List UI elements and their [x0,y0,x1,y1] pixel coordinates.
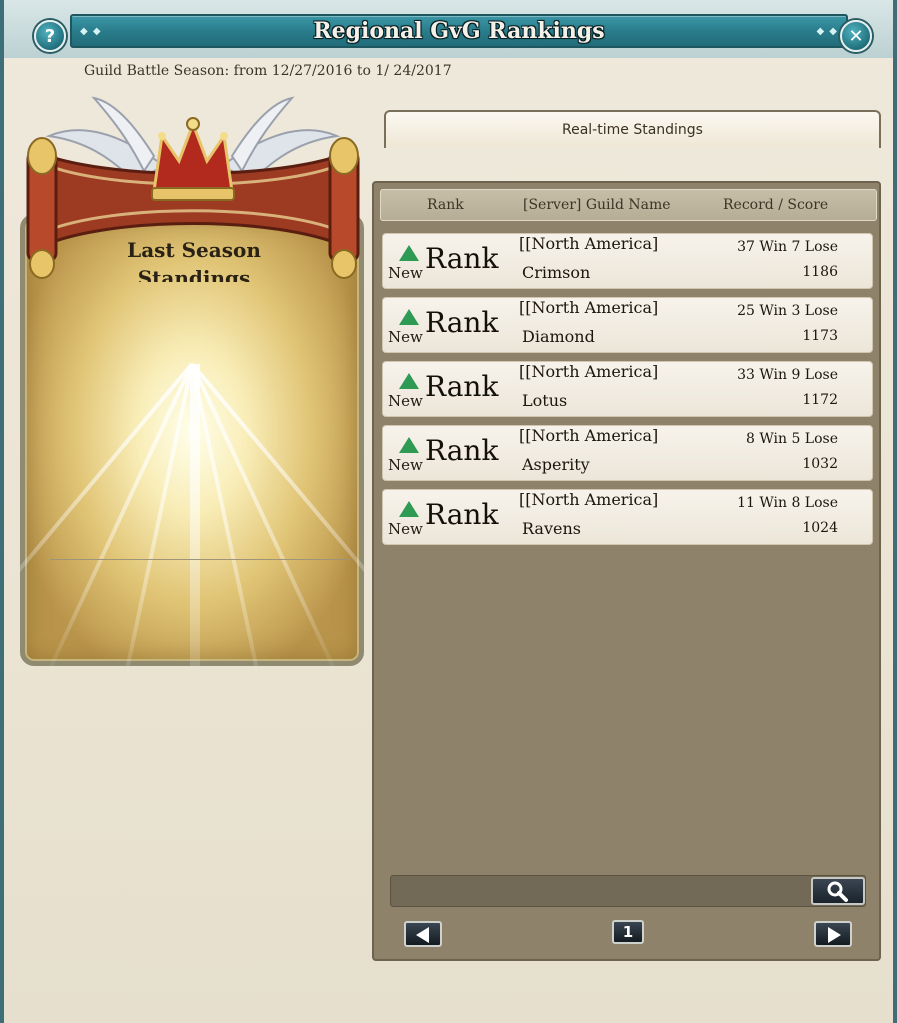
up-triangle-icon [399,501,419,517]
score-value: 1172 [802,392,838,408]
search-input[interactable] [395,879,805,903]
rank-label: Rank 2 [425,306,499,349]
last-season-card: Last Season Standings [14,96,372,666]
new-label: New [388,456,423,474]
close-icon: ✕ [848,25,864,47]
up-triangle-icon [399,245,419,261]
title-ornament-right: ◆ ◆ [816,26,838,37]
server-name: [[North America] Klaipeda] [519,234,659,256]
new-label: New [388,328,423,346]
score-value: 1173 [802,328,838,344]
score-value: 1032 [802,456,838,472]
question-icon: ? [44,25,56,47]
rankings-window: ◆ ◆ Regional GvG Rankings ◆ ◆ ? ✕ Guild … [0,0,897,1023]
guild-name: Ravens [522,519,581,538]
server-name: [[North America] Klaipeda] [519,298,659,320]
score-value: 1024 [802,520,838,536]
rank-label: Rank 1 [425,242,499,285]
rank-label: Rank 5 [425,498,499,541]
table-row[interactable]: New Rank 5 [[North America] Klaipeda] Ra… [382,489,873,545]
help-button[interactable]: ? [34,20,66,52]
up-triangle-icon [399,373,419,389]
win-lose-record: 25 Win 3 Lose [737,303,838,319]
guild-name: Lotus [522,391,568,410]
server-name: [[North America] Klaipeda] [519,490,659,512]
window-title: Regional GvG Rankings [313,18,605,44]
table-row[interactable]: New Rank 2 [[North America] Klaipeda] Di… [382,297,873,353]
new-label: New [388,392,423,410]
new-label: New [388,264,423,282]
table-row[interactable]: New Rank 4 [[North America] Klaipeda] As… [382,425,873,481]
current-page-indicator[interactable]: 1 [612,920,644,944]
guild-name: Crimson [522,263,591,282]
rank-label: Rank 4 [425,434,499,477]
up-triangle-icon [399,309,419,325]
season-dates: Guild Battle Season: from 12/27/2016 to … [84,63,452,79]
new-label: New [388,520,423,538]
win-lose-record: 33 Win 9 Lose [737,367,838,383]
server-name: [[North America] Klaipeda] [519,426,659,448]
arrow-right-icon [828,927,841,943]
search-bar [390,875,866,907]
card-divider [50,559,350,560]
table-row[interactable]: New Rank 1 [[North America] Klaipeda] Cr… [382,233,873,289]
header-rank: Rank [427,197,464,213]
win-lose-record: 8 Win 5 Lose [746,431,838,447]
header-record-score: Record / Score [723,197,829,213]
search-button[interactable] [811,877,865,905]
standings-panel: Rank [Server] Guild Name Record / Score … [372,181,881,961]
tab-real-time-standings[interactable]: Real-time Standings [384,110,881,148]
guild-name: Asperity [522,455,590,474]
close-button[interactable]: ✕ [840,20,872,52]
last-season-title: Last Season Standings [127,238,261,282]
magnifier-icon [827,881,848,902]
arrow-left-icon [416,927,429,943]
score-value: 1186 [802,264,838,280]
header-guild-name: [Server] Guild Name [523,197,671,213]
win-lose-record: 37 Win 7 Lose [737,239,838,255]
server-name: [[North America] Klaipeda] [519,362,659,384]
up-triangle-icon [399,437,419,453]
rank-label: Rank 3 [425,370,499,413]
prev-page-button[interactable] [404,921,442,947]
table-row[interactable]: New Rank 3 [[North America] Klaipeda] Lo… [382,361,873,417]
title-bar[interactable]: ◆ ◆ Regional GvG Rankings ◆ ◆ ? ✕ [4,0,893,58]
guild-name: Diamond [522,327,595,346]
title-strip: ◆ ◆ Regional GvG Rankings ◆ ◆ [70,14,848,48]
next-page-button[interactable] [814,921,852,947]
table-header: Rank [Server] Guild Name Record / Score [380,189,877,221]
win-lose-record: 11 Win 8 Lose [737,495,838,511]
